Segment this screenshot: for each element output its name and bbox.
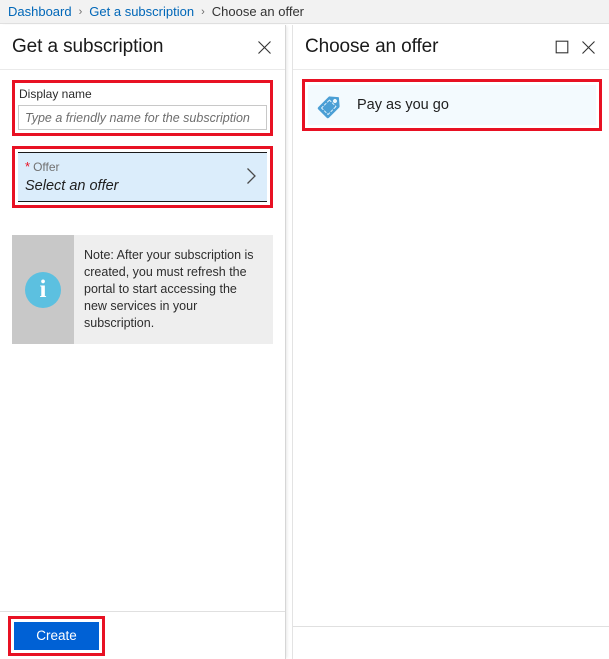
page-title: Get a subscription [12,36,164,57]
right-blade-footer [293,626,609,659]
blade-choose-an-offer: Choose an offer Pay as you go [292,25,609,659]
list-item[interactable]: Pay as you go [308,85,596,125]
maximize-icon[interactable] [551,36,573,58]
offer-field-group: * Offer Select an offer [12,146,273,208]
info-note-text: Note: After your subscription is created… [74,235,273,344]
blade-get-a-subscription: Get a subscription Display name Type a f… [0,25,286,659]
display-name-input[interactable] [18,105,267,130]
breadcrumb-item-get-a-subscription[interactable]: Get a subscription [89,4,194,19]
display-name-field-group: Display name [12,80,273,136]
price-tag-icon [317,96,340,119]
left-blade-footer: Create [0,611,285,659]
chevron-right-icon [246,167,259,188]
offer-item-highlight: Pay as you go [302,79,602,131]
breadcrumb-separator-icon: › [78,5,83,18]
create-button[interactable]: Create [14,621,99,650]
info-icon-cell: i [12,235,74,344]
breadcrumb-item-dashboard[interactable]: Dashboard [8,4,72,19]
right-blade-body: Pay as you go [293,70,609,626]
display-name-label: Display name [19,87,92,101]
blade-container: Get a subscription Display name Type a f… [0,25,609,659]
left-blade-body: Display name * Offer Select an offer [0,70,285,611]
create-button-highlight: Create [8,615,105,656]
info-note: i Note: After your subscription is creat… [12,235,273,344]
offer-list: Pay as you go [293,70,609,131]
list-item-label: Pay as you go [357,97,449,113]
required-marker: * [25,158,31,174]
close-icon[interactable] [577,36,599,58]
subscription-form: Display name * Offer Select an offer [0,70,285,208]
right-blade-header: Choose an offer [293,25,609,70]
info-icon: i [25,271,61,308]
close-icon[interactable] [253,36,275,58]
breadcrumb: Dashboard › Get a subscription › Choose … [0,0,609,24]
breadcrumb-item-choose-an-offer: Choose an offer [211,4,305,19]
offer-label-row: * Offer [25,160,246,175]
left-blade-header: Get a subscription [0,25,285,70]
breadcrumb-separator-icon: › [201,5,205,18]
right-blade-title: Choose an offer [305,36,439,57]
offer-selector[interactable]: * Offer Select an offer [18,152,267,202]
offer-value: Select an offer [25,177,119,194]
offer-selector-text: * Offer Select an offer [25,160,246,195]
offer-label: Offer [33,159,60,174]
